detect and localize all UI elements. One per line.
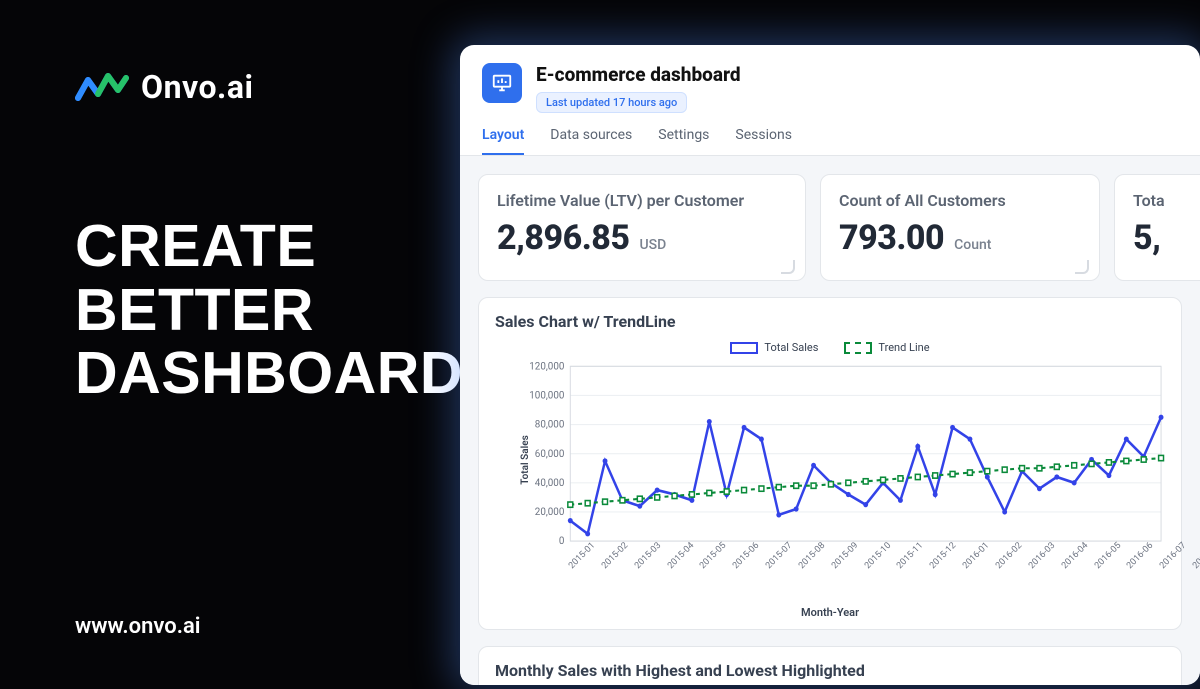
legend-swatch-solid-icon — [730, 342, 758, 354]
dashboard-title-block: E-commerce dashboard Last updated 17 hou… — [536, 63, 741, 113]
svg-text:60,000: 60,000 — [535, 449, 565, 460]
resize-handle-icon[interactable] — [1075, 260, 1089, 274]
tab-data-sources[interactable]: Data sources — [550, 127, 632, 155]
chart-plot-area: Total Sales 020,00040,00060,00080,000100… — [525, 360, 1165, 560]
chart-x-axis: 2015-012015-022015-032015-042015-052015-… — [567, 564, 1165, 602]
kpi-label: Lifetime Value (LTV) per Customer — [497, 191, 787, 210]
chart-legend: Total Sales Trend Line — [495, 341, 1165, 354]
kpi-value: 793.00 — [839, 218, 944, 258]
headline-line-1: CREATE — [75, 215, 503, 279]
kpi-card-ltv[interactable]: Lifetime Value (LTV) per Customer 2,896.… — [478, 174, 806, 281]
chart-y-axis-label: Total Sales — [520, 435, 531, 484]
tab-layout[interactable]: Layout — [482, 127, 524, 155]
legend-item-total-sales[interactable]: Total Sales — [730, 341, 818, 354]
kpi-card-customer-count[interactable]: Count of All Customers 793.00 Count — [820, 174, 1100, 281]
kpi-value: 5, — [1133, 218, 1160, 258]
legend-label: Total Sales — [764, 341, 818, 354]
sales-chart-card[interactable]: Sales Chart w/ TrendLine Total Sales Tre… — [478, 297, 1182, 630]
kpi-value: 2,896.85 — [497, 218, 629, 258]
dashboard-body: Lifetime Value (LTV) per Customer 2,896.… — [460, 156, 1200, 685]
kpi-row: Lifetime Value (LTV) per Customer 2,896.… — [478, 174, 1182, 281]
svg-text:40,000: 40,000 — [535, 478, 565, 489]
kpi-value-row: 2,896.85 USD — [497, 218, 787, 258]
dashboard-tabs: Layout Data sources Settings Sessions — [460, 113, 1200, 156]
chart-title: Monthly Sales with Highest and Lowest Hi… — [495, 661, 1165, 680]
tab-settings[interactable]: Settings — [658, 127, 709, 155]
kpi-unit: USD — [639, 237, 666, 253]
legend-label: Trend Line — [878, 341, 929, 354]
svg-text:80,000: 80,000 — [535, 419, 565, 430]
kpi-card-total[interactable]: Tota 5, — [1114, 174, 1200, 281]
dashboard-header: E-commerce dashboard Last updated 17 hou… — [460, 45, 1200, 113]
last-updated-badge: Last updated 17 hours ago — [536, 92, 687, 113]
chart-x-axis-label: Month-Year — [495, 606, 1165, 619]
headline-line-2: BETTER — [75, 279, 503, 343]
kpi-label: Tota — [1133, 191, 1200, 210]
brand-block: Onvo.ai — [75, 68, 253, 106]
legend-item-trend-line[interactable]: Trend Line — [844, 341, 929, 354]
brand-logo-icon — [75, 68, 129, 106]
svg-text:0: 0 — [559, 536, 565, 547]
kpi-label: Count of All Customers — [839, 191, 1081, 210]
kpi-value-row: 793.00 Count — [839, 218, 1081, 258]
monthly-sales-chart-card[interactable]: Monthly Sales with Highest and Lowest Hi… — [478, 646, 1182, 685]
kpi-unit: Count — [954, 237, 991, 253]
dashboard-title: E-commerce dashboard — [536, 63, 741, 86]
legend-swatch-dashed-icon — [844, 342, 872, 354]
site-url: www.onvo.ai — [75, 614, 200, 639]
marketing-headline: CREATE BETTER DASHBOARDS — [75, 215, 503, 406]
headline-line-3: DASHBOARDS — [75, 342, 503, 406]
dashboard-window: E-commerce dashboard Last updated 17 hou… — [460, 45, 1200, 685]
svg-text:100,000: 100,000 — [529, 390, 564, 401]
marketing-panel: Onvo.ai CREATE BETTER DASHBOARDS www.onv… — [0, 0, 460, 689]
brand-name: Onvo.ai — [141, 68, 253, 106]
chart-svg: 0 20,000 40,000 60,000 80,000 100,000 120,000 — [525, 360, 1165, 560]
kpi-value-row: 5, — [1133, 218, 1200, 258]
chart-title: Sales Chart w/ TrendLine — [495, 312, 1165, 331]
svg-text:20,000: 20,000 — [535, 507, 565, 518]
tab-sessions[interactable]: Sessions — [735, 127, 792, 155]
svg-text:120,000: 120,000 — [529, 361, 564, 372]
presentation-chart-icon — [482, 63, 522, 103]
resize-handle-icon[interactable] — [781, 260, 795, 274]
